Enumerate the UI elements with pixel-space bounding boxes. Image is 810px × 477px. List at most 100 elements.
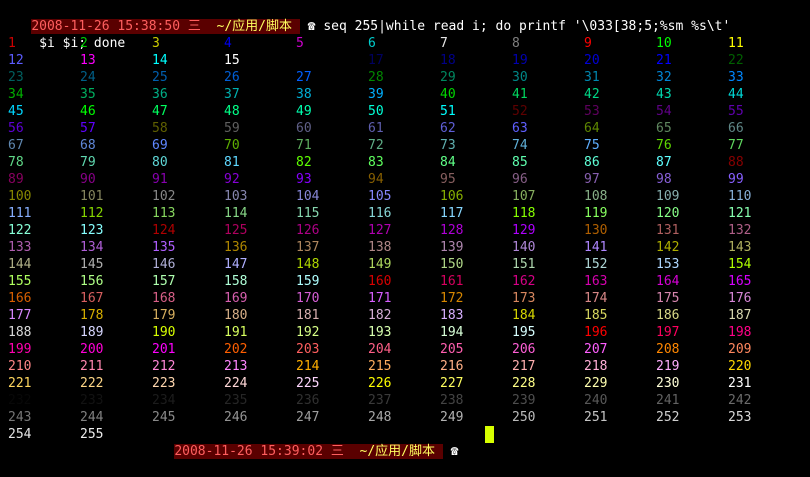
color-number-84: 84 <box>440 155 456 170</box>
color-number-116: 116 <box>368 206 392 221</box>
color-number-89: 89 <box>8 172 24 187</box>
color-number-32: 32 <box>656 70 672 85</box>
color-number-123: 123 <box>80 223 104 238</box>
color-number-238: 238 <box>440 393 464 408</box>
color-number-204: 204 <box>368 342 392 357</box>
color-number-111: 111 <box>8 206 32 221</box>
color-number-168: 168 <box>152 291 176 306</box>
color-number-164: 164 <box>656 274 680 289</box>
color-number-185: 185 <box>584 308 608 323</box>
color-number-172: 172 <box>440 291 464 306</box>
color-number-234: 234 <box>152 393 176 408</box>
color-number-70: 70 <box>224 138 240 153</box>
color-number-28: 28 <box>368 70 384 85</box>
color-number-98: 98 <box>656 172 672 187</box>
color-number-174: 174 <box>584 291 608 306</box>
color-number-136: 136 <box>224 240 248 255</box>
color-number-250: 250 <box>512 410 536 425</box>
color-number-118: 118 <box>512 206 536 221</box>
color-number-166: 166 <box>8 291 32 306</box>
color-number-193: 193 <box>368 325 392 340</box>
color-number-173: 173 <box>512 291 536 306</box>
color-number-253: 253 <box>728 410 752 425</box>
color-number-207: 207 <box>584 342 608 357</box>
color-number-127: 127 <box>368 223 392 238</box>
color-number-192: 192 <box>296 325 320 340</box>
color-number-206: 206 <box>512 342 536 357</box>
color-number-159: 159 <box>296 274 320 289</box>
color-number-196: 196 <box>584 325 608 340</box>
color-number-55: 55 <box>728 104 744 119</box>
color-number-46: 46 <box>80 104 96 119</box>
color-number-230: 230 <box>656 376 680 391</box>
color-number-195: 195 <box>512 325 536 340</box>
color-number-132: 132 <box>728 223 752 238</box>
color-number-145: 145 <box>80 257 104 272</box>
color-number-66: 66 <box>728 121 744 136</box>
color-number-189: 189 <box>80 325 104 340</box>
prompt-path: ~/应用/脚本 <box>208 19 300 34</box>
terminal-window[interactable]: 2008-11-26 15:38:50 三 ~/应用/脚本 ☎ seq 255|… <box>0 0 810 459</box>
color-number-68: 68 <box>80 138 96 153</box>
color-number-247: 247 <box>296 410 320 425</box>
color-number-178: 178 <box>80 308 104 323</box>
color-number-177: 177 <box>8 308 32 323</box>
color-number-71: 71 <box>296 138 312 153</box>
color-number-4: 4 <box>224 36 232 51</box>
color-number-140: 140 <box>512 240 536 255</box>
color-number-38: 38 <box>296 87 312 102</box>
color-number-236: 236 <box>296 393 320 408</box>
color-number-137: 137 <box>296 240 320 255</box>
color-number-129: 129 <box>512 223 536 238</box>
color-number-176: 176 <box>728 291 752 306</box>
color-number-76: 76 <box>656 138 672 153</box>
color-number-57: 57 <box>80 121 96 136</box>
color-number-115: 115 <box>296 206 320 221</box>
color-number-165: 165 <box>728 274 752 289</box>
color-number-39: 39 <box>368 87 384 102</box>
color-number-6: 6 <box>368 36 376 51</box>
color-number-30: 30 <box>512 70 528 85</box>
color-number-45: 45 <box>8 104 24 119</box>
color-number-200: 200 <box>80 342 104 357</box>
color-number-54: 54 <box>656 104 672 119</box>
color-number-8: 8 <box>512 36 520 51</box>
color-number-154: 154 <box>728 257 752 272</box>
color-number-239: 239 <box>512 393 536 408</box>
color-number-87: 87 <box>656 155 672 170</box>
color-number-246: 246 <box>224 410 248 425</box>
phone-icon-2: ☎ <box>442 444 467 459</box>
color-number-100: 100 <box>8 189 32 204</box>
color-number-205: 205 <box>440 342 464 357</box>
color-number-72: 72 <box>368 138 384 153</box>
color-number-102: 102 <box>152 189 176 204</box>
color-number-147: 147 <box>224 257 248 272</box>
color-number-96: 96 <box>512 172 528 187</box>
color-number-152: 152 <box>584 257 608 272</box>
color-number-43: 43 <box>656 87 672 102</box>
color-number-103: 103 <box>224 189 248 204</box>
color-number-223: 223 <box>152 376 176 391</box>
color-number-188: 188 <box>8 325 32 340</box>
color-number-231: 231 <box>728 376 752 391</box>
color-number-242: 242 <box>728 393 752 408</box>
color-number-219: 219 <box>656 359 680 374</box>
color-number-119: 119 <box>584 206 608 221</box>
color-number-128: 128 <box>440 223 464 238</box>
color-number-153: 153 <box>656 257 680 272</box>
color-number-182: 182 <box>368 308 392 323</box>
color-number-15: 15 <box>224 53 240 68</box>
color-number-41: 41 <box>512 87 528 102</box>
color-number-108: 108 <box>584 189 608 204</box>
terminal-cursor[interactable] <box>485 426 494 443</box>
color-number-213: 213 <box>224 359 248 374</box>
color-number-151: 151 <box>512 257 536 272</box>
color-number-3: 3 <box>152 36 160 51</box>
color-number-58: 58 <box>152 121 168 136</box>
color-number-237: 237 <box>368 393 392 408</box>
color-number-73: 73 <box>440 138 456 153</box>
color-number-117: 117 <box>440 206 464 221</box>
color-number-33: 33 <box>728 70 744 85</box>
color-number-19: 19 <box>512 53 528 68</box>
color-number-112: 112 <box>80 206 104 221</box>
